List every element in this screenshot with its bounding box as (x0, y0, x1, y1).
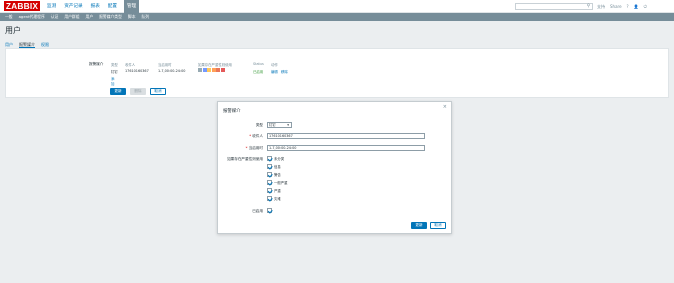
recipient-input[interactable]: 17610160367 (267, 133, 425, 139)
when-active-input[interactable]: 1-7,00:00-24:00 (267, 145, 425, 151)
subnav-scripts[interactable]: 脚本 (128, 14, 136, 20)
cancel-button[interactable]: 取消 (150, 88, 166, 95)
col-severity: 如果存在严重性则使用 (198, 63, 232, 67)
subnav-user-groups[interactable]: 用户群组 (64, 14, 79, 20)
col-recipient: 收件人 (125, 63, 136, 67)
tab-media[interactable]: 报警媒介 (19, 42, 35, 48)
severity-average[interactable]: 一般严重 (267, 180, 288, 185)
top-right-links: 支持 Share ? 👤 ⏻ (597, 0, 652, 13)
support-link[interactable]: 支持 (597, 4, 605, 10)
subnav-users[interactable]: 用户 (86, 14, 94, 20)
severity-text: 信息 (274, 165, 281, 169)
checkbox[interactable] (267, 164, 272, 169)
severity-high[interactable]: 严重 (267, 188, 281, 193)
row-recipient: 17610160367 (125, 69, 149, 73)
type-select[interactable]: 钉钉 ▾ (267, 122, 292, 128)
severity-text: 警告 (274, 173, 281, 177)
zabbix-logo[interactable]: ZABBIX (4, 1, 40, 11)
when-active-label-text: 当启用时 (248, 146, 263, 150)
dialog-update-button[interactable]: 更新 (411, 222, 427, 229)
user-icon[interactable]: 👤 (634, 4, 639, 9)
checkbox[interactable] (267, 156, 272, 161)
severity-information[interactable]: 信息 (267, 164, 281, 169)
sub-nav: 一般 agent代理程序 认证 用户群组 用户 报警媒介类型 脚本 队列 (0, 13, 674, 21)
row-edit-link[interactable]: 编辑 (271, 69, 278, 74)
media-field-label: 报警媒介 (89, 62, 104, 66)
row-remove-link[interactable]: 移除 (281, 69, 288, 74)
severity-not-classified[interactable]: 未分类 (267, 156, 284, 161)
severity-text: 严重 (274, 189, 281, 193)
severity-box (216, 68, 220, 72)
nav-reports[interactable]: 报表 (90, 0, 101, 13)
update-button[interactable]: 更新 (110, 88, 126, 95)
required-mark: * (249, 134, 252, 138)
recipient-label-text: 收件人 (252, 134, 263, 138)
severity-text: 灾难 (274, 197, 281, 201)
severity-box (220, 68, 225, 72)
checkbox[interactable] (267, 188, 272, 193)
add-media-link[interactable]: 添加 (111, 76, 114, 86)
nav-administration[interactable]: 管理 (124, 0, 140, 13)
top-bar: ZABBIX 监测 资产记录 报表 配置 管理 ⚲ 支持 Share ? 👤 ⏻ (0, 0, 674, 13)
severity-warning[interactable]: 警告 (267, 172, 281, 177)
media-dialog: 报警媒介 × 类型 钉钉 ▾ * 收件人 17610160367 * 当启用时 1… (217, 101, 452, 234)
page-title: 用户 (5, 26, 21, 35)
enabled-checkbox-row[interactable] (267, 208, 274, 213)
nav-configuration[interactable]: 配置 (107, 0, 118, 13)
row-when-active: 1-7,00:00-24:00 (158, 69, 186, 73)
dialog-cancel-button[interactable]: 取消 (430, 222, 446, 229)
tab-permissions[interactable]: 权限 (41, 42, 49, 48)
page-footer-area (0, 271, 674, 283)
search-icon[interactable]: ⚲ (587, 4, 590, 10)
type-select-value: 钉钉 (269, 123, 276, 127)
severity-text: 未分类 (274, 157, 285, 161)
form-panel (5, 49, 669, 98)
severity-text: 一般严重 (274, 181, 288, 185)
nav-monitoring[interactable]: 监测 (46, 0, 57, 13)
severity-box (198, 68, 202, 72)
enabled-checkbox[interactable] (267, 208, 272, 213)
subnav-media-types[interactable]: 报警媒介类型 (99, 14, 122, 20)
col-status: Status (253, 62, 264, 66)
severity-box (202, 68, 207, 72)
row-type: 钉钉 (111, 70, 118, 74)
severity-box (207, 68, 211, 72)
help-icon[interactable]: ? (627, 4, 629, 9)
delete-button: 删除 (130, 88, 146, 95)
logout-icon[interactable]: ⏻ (644, 4, 647, 9)
checkbox[interactable] (267, 196, 272, 201)
col-action: 动作 (271, 63, 278, 67)
nav-inventory[interactable]: 资产记录 (63, 0, 83, 13)
subnav-auth[interactable]: 认证 (51, 14, 59, 20)
severity-indicators (198, 68, 225, 72)
chevron-down-icon: ▾ (287, 123, 289, 127)
required-mark: * (245, 146, 248, 150)
severity-label: 如果存在严重性则使用 (227, 157, 263, 161)
search-input[interactable]: ⚲ (515, 3, 593, 10)
row-status[interactable]: 已启用 (253, 69, 263, 74)
enabled-label: 已启用 (252, 209, 263, 213)
severity-disaster[interactable]: 灾难 (267, 196, 281, 201)
main-nav: 监测 资产记录 报表 配置 管理 (46, 0, 145, 13)
when-active-label: * 当启用时 (193, 146, 263, 151)
tab-user[interactable]: 用户 (5, 42, 13, 48)
checkbox[interactable] (267, 180, 272, 185)
col-type: 类型 (111, 63, 118, 67)
subnav-general[interactable]: 一般 (5, 14, 13, 20)
col-when-active: 当启用时 (158, 63, 172, 67)
share-link[interactable]: Share (610, 4, 622, 9)
subnav-queue[interactable]: 队列 (142, 14, 150, 20)
type-label: 类型 (255, 123, 263, 127)
subnav-proxies[interactable]: agent代理程序 (19, 14, 45, 20)
checkbox[interactable] (267, 172, 272, 177)
dialog-title: 报警媒介 (223, 109, 241, 114)
severity-box (211, 68, 216, 72)
recipient-label: * 收件人 (193, 134, 263, 139)
form-tabs: 用户 报警媒介 权限 (5, 42, 669, 49)
close-icon[interactable]: × (443, 104, 447, 110)
